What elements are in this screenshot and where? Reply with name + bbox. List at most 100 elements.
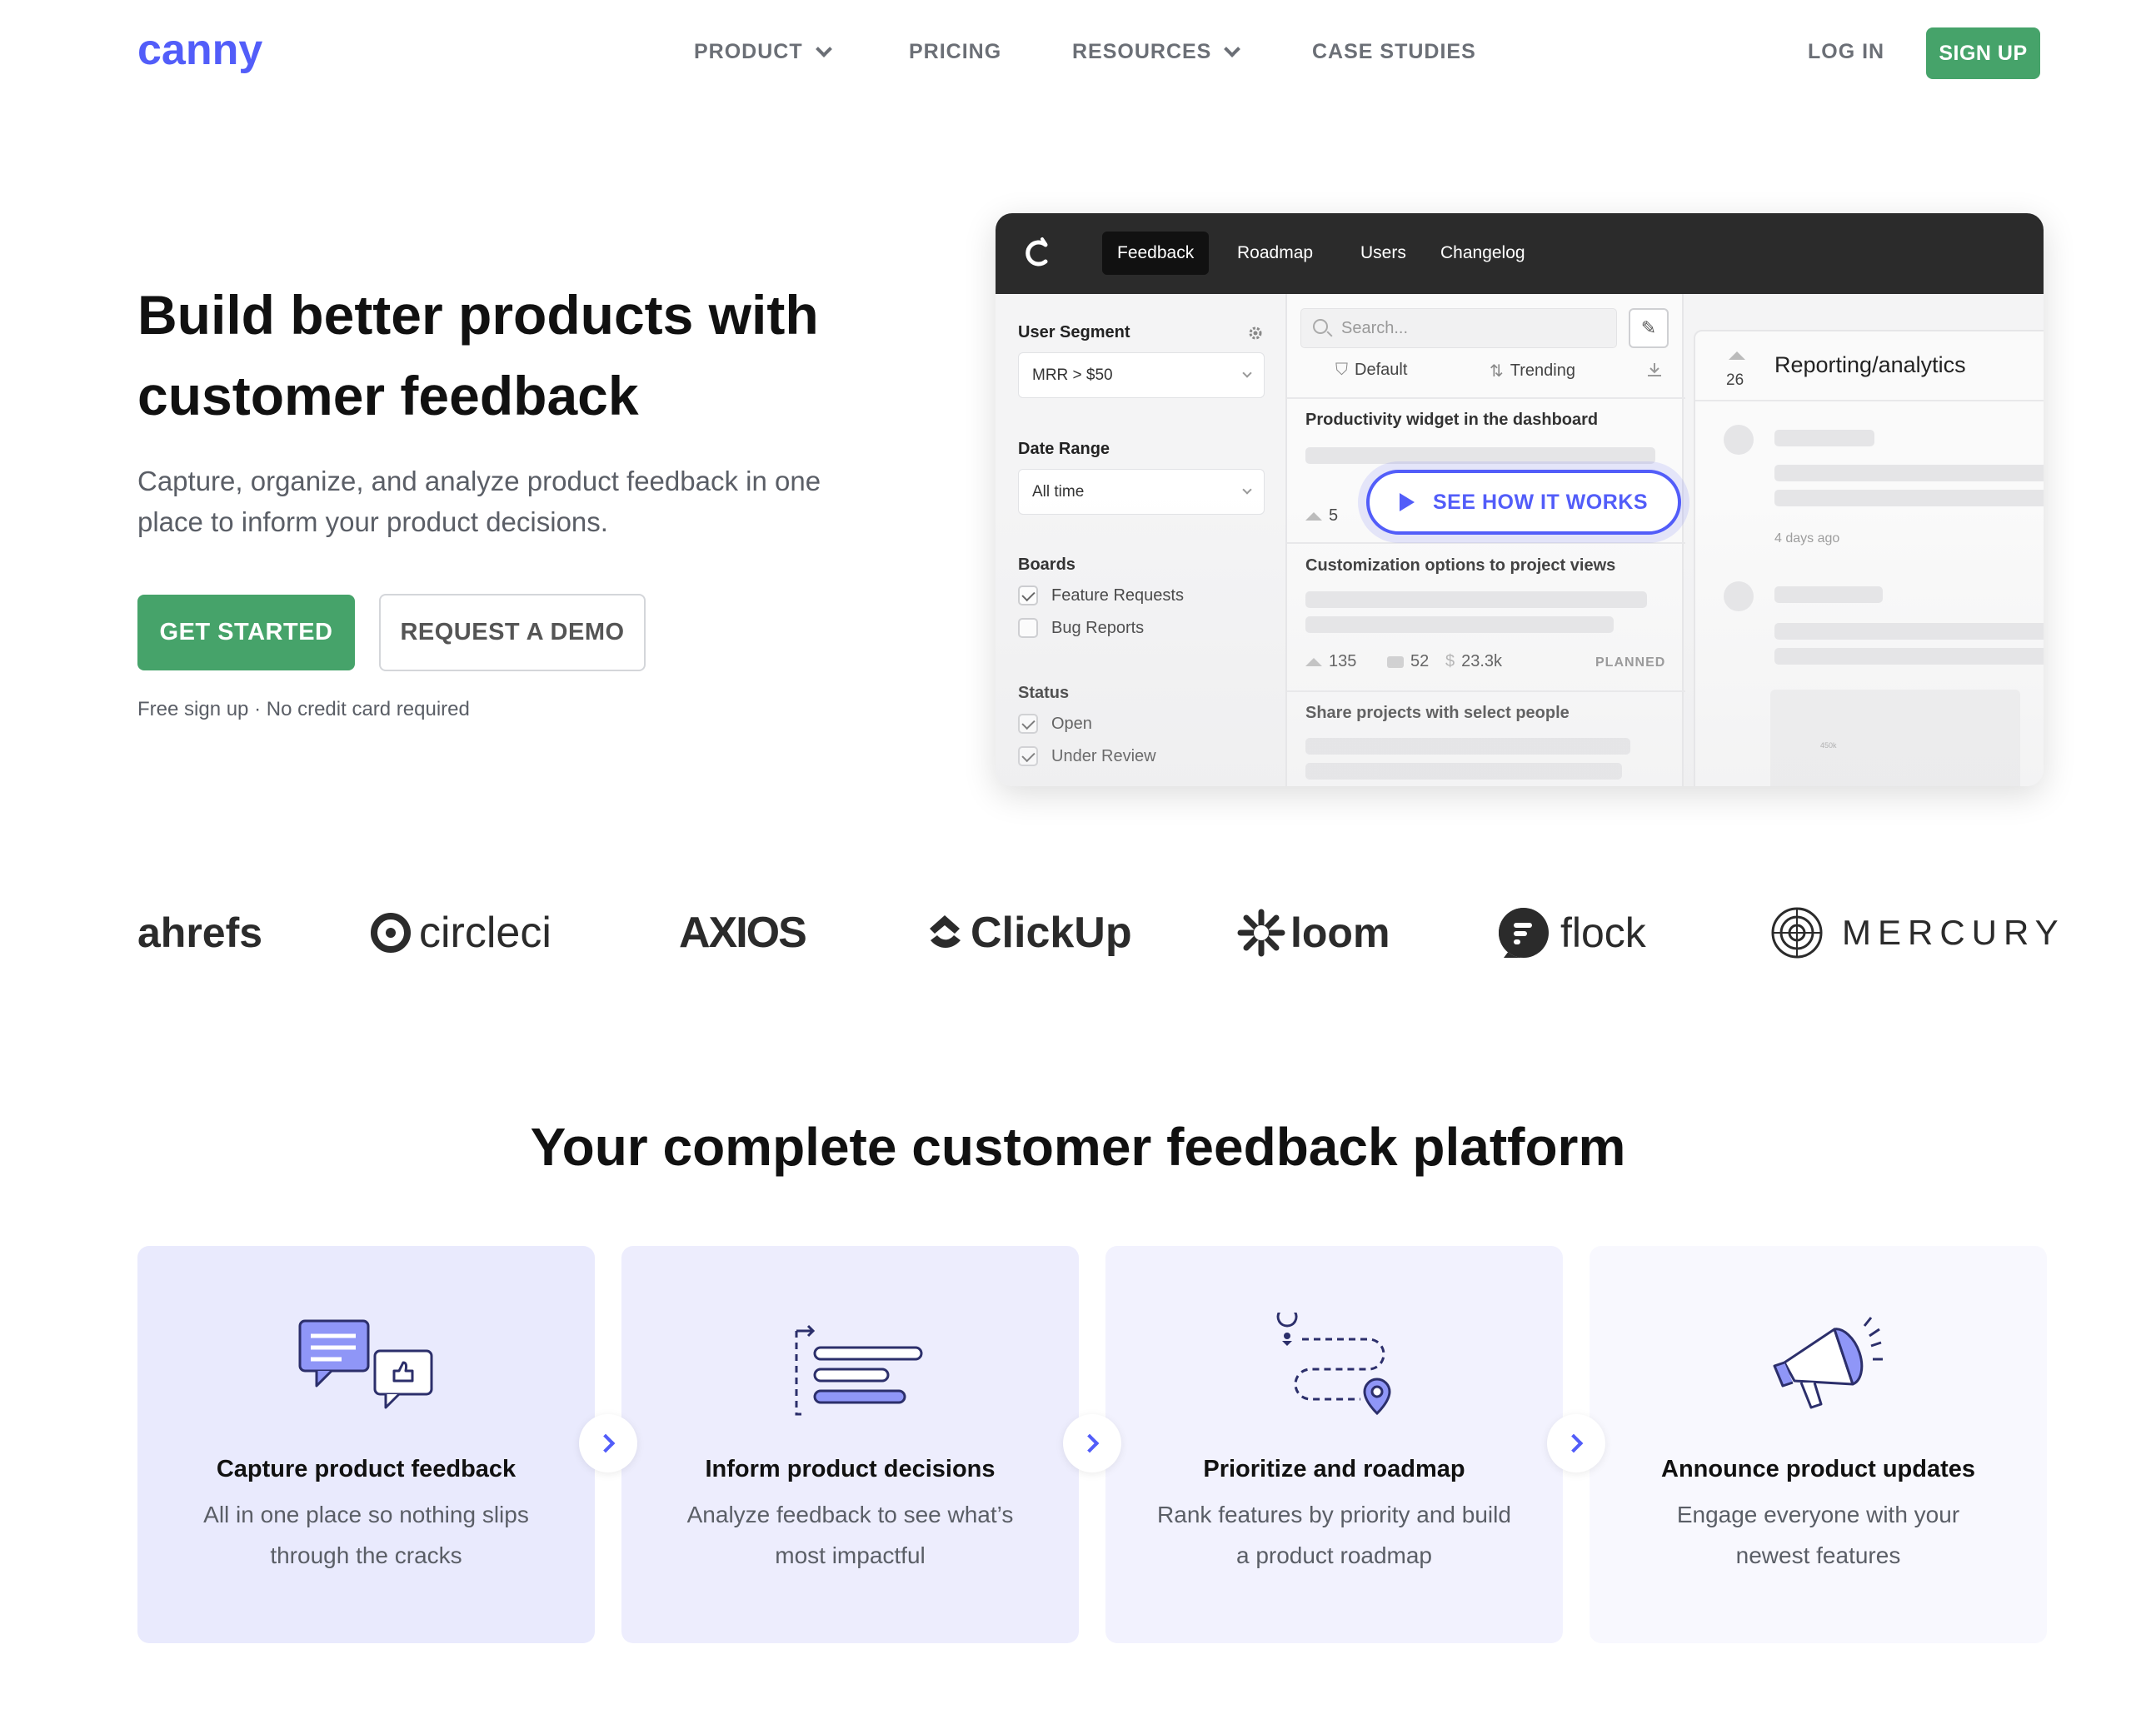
avatar xyxy=(1724,581,1754,611)
chevron-right-icon xyxy=(596,1433,616,1453)
circleci-logo: circleci xyxy=(371,899,551,966)
checkbox-checked[interactable] xyxy=(1018,714,1038,734)
tab-changelog[interactable]: Changelog xyxy=(1425,232,1540,275)
text-placeholder xyxy=(1774,430,1874,446)
user-segment-value: MRR > $50 xyxy=(1032,366,1113,384)
post-title[interactable]: Productivity widget in the dashboard xyxy=(1305,411,1598,430)
card-description: Rank features by priority and build a pr… xyxy=(1157,1502,1511,1568)
user-segment-label: User Segment xyxy=(1018,323,1130,341)
post-votes: 135 xyxy=(1305,652,1356,671)
status-label: Status xyxy=(1018,684,1070,702)
post-detail-panel: 26 Reporting/analytics 4 days ago 450k xyxy=(1694,330,2044,786)
circleci-icon xyxy=(371,913,411,953)
feature-card-capture[interactable]: Capture product feedback All in one plac… xyxy=(137,1246,595,1643)
see-how-label: SEE HOW IT WORKS xyxy=(1433,490,1648,514)
next-arrow-button[interactable] xyxy=(1063,1414,1121,1472)
sort-trending-label: Trending xyxy=(1510,361,1575,380)
gear-icon[interactable] xyxy=(1247,325,1264,341)
feature-card-inform[interactable]: Inform product decisions Analyze feedbac… xyxy=(621,1246,1079,1643)
nav-link-label: PRODUCT xyxy=(694,40,803,63)
post-title[interactable]: Customization options to project views xyxy=(1305,556,1615,575)
sort-trending[interactable]: ⇅ Trending xyxy=(1490,361,1575,381)
analyze-bars-icon xyxy=(795,1324,923,1416)
text-placeholder xyxy=(1774,648,2044,665)
pencil-icon[interactable]: ✎ xyxy=(1629,308,1669,348)
logo-wordmark: loom xyxy=(1290,909,1390,956)
board-checkbox-bug-reports[interactable]: Bug Reports xyxy=(1018,618,1144,638)
logo-wordmark: ClickUp xyxy=(971,909,1132,957)
card-title: Prioritize and roadmap xyxy=(1203,1456,1465,1482)
feature-card-prioritize[interactable]: Prioritize and roadmap Rank features by … xyxy=(1105,1246,1563,1643)
canny-mark-icon xyxy=(1026,237,1048,267)
flock-icon xyxy=(1499,908,1549,958)
date-range-value: All time xyxy=(1032,482,1085,501)
board-checkbox-feature-requests[interactable]: Feature Requests xyxy=(1018,585,1184,605)
checkbox-checked[interactable] xyxy=(1018,585,1038,605)
post-comments: 52 xyxy=(1387,652,1429,671)
user-segment-select[interactable]: MRR > $50 xyxy=(1018,352,1265,398)
login-link[interactable]: LOG IN xyxy=(1808,40,1884,64)
date-range-select[interactable]: All time xyxy=(1018,469,1265,515)
nav-link-label: RESOURCES xyxy=(1072,40,1212,63)
search-input[interactable]: Search... xyxy=(1300,308,1617,348)
axios-logo: AXIOS xyxy=(679,899,807,966)
request-demo-button[interactable]: REQUEST A DEMO xyxy=(379,594,646,671)
chevron-right-icon xyxy=(1080,1433,1100,1453)
hero-subtitle: Capture, organize, and analyze product f… xyxy=(137,466,821,537)
card-description: All in one place so nothing slips throug… xyxy=(203,1502,529,1568)
app-header: Feedback Roadmap Users Changelog xyxy=(996,213,2044,294)
upvote-icon[interactable] xyxy=(1729,351,1745,360)
chevron-down-icon xyxy=(1242,368,1252,378)
post-votes: 5 xyxy=(1305,506,1338,526)
nav-link-product[interactable]: PRODUCT xyxy=(694,40,832,64)
feature-card-announce[interactable]: Announce product updates Engage everyone… xyxy=(1590,1246,2047,1643)
detail-title: Reporting/analytics xyxy=(1774,352,1966,377)
card-description: Engage everyone with your newest feature… xyxy=(1676,1502,1960,1568)
filter-sidebar: User Segment MRR > $50 Date Range All ti… xyxy=(996,294,1285,786)
post-revenue: $ 23.3k xyxy=(1445,652,1502,671)
divider xyxy=(1287,542,1685,544)
status-checkbox-under-review[interactable]: Under Review xyxy=(1018,746,1156,766)
next-arrow-button[interactable] xyxy=(579,1414,637,1472)
canny-logo[interactable]: canny xyxy=(137,25,262,75)
divider xyxy=(1287,690,1685,692)
get-started-button[interactable]: GET STARTED xyxy=(137,595,355,670)
sort-default[interactable]: ⛉ Default xyxy=(1335,361,1407,380)
upvote-icon xyxy=(1305,511,1322,521)
tab-users[interactable]: Users xyxy=(1345,232,1421,275)
loom-icon xyxy=(1237,909,1285,957)
checkbox-unchecked[interactable] xyxy=(1018,618,1038,638)
tab-roadmap[interactable]: Roadmap xyxy=(1222,232,1328,275)
clickup-icon xyxy=(930,915,961,948)
signup-button[interactable]: SIGN UP xyxy=(1926,27,2040,79)
vote-count: 5 xyxy=(1329,506,1339,525)
checkbox-label: Under Review xyxy=(1051,746,1156,765)
status-checkbox-open[interactable]: Open xyxy=(1018,714,1092,734)
comment-icon xyxy=(1387,655,1404,668)
customer-logos: ahrefs circleci AXIOS ClickUp loom flock xyxy=(137,899,2059,966)
divider xyxy=(1695,400,2044,401)
nav-link-resources[interactable]: RESOURCES xyxy=(1072,40,1241,64)
logo-wordmark: ahrefs xyxy=(137,909,263,956)
checkbox-checked[interactable] xyxy=(1018,746,1038,766)
text-placeholder xyxy=(1774,490,2044,506)
ahrefs-logo: ahrefs xyxy=(137,899,262,966)
search-placeholder: Search... xyxy=(1341,318,1409,337)
next-arrow-button[interactable] xyxy=(1547,1414,1605,1472)
chevron-down-icon xyxy=(1224,40,1241,57)
download-icon[interactable] xyxy=(1645,361,1664,379)
tab-feedback[interactable]: Feedback xyxy=(1102,232,1210,275)
analytics-chart-preview: 450k xyxy=(1770,690,2020,786)
text-placeholder xyxy=(1305,616,1614,633)
see-how-it-works-button[interactable]: SEE HOW IT WORKS xyxy=(1366,470,1681,535)
avatar xyxy=(1724,425,1754,455)
logo-wordmark: circleci xyxy=(419,909,551,957)
nav-link-case-studies[interactable]: CASE STUDIES xyxy=(1312,40,1476,64)
filter-icon: ⛉ xyxy=(1335,361,1348,379)
text-placeholder xyxy=(1774,623,2044,640)
post-title[interactable]: Share projects with select people xyxy=(1305,704,1570,723)
divider xyxy=(1287,397,1685,399)
sort-arrows-icon: ⇅ xyxy=(1490,362,1504,381)
nav-link-pricing[interactable]: PRICING xyxy=(909,40,1001,64)
flock-logo: flock xyxy=(1497,899,1646,966)
